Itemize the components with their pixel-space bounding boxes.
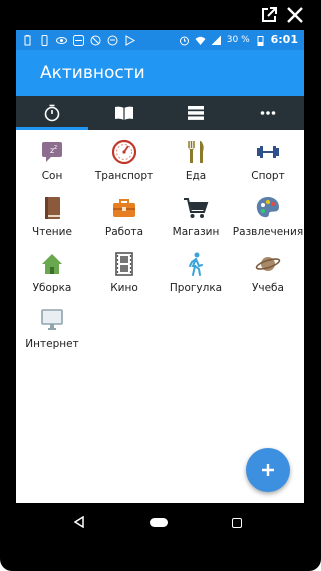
activity-sport[interactable]: Спорт — [232, 135, 304, 187]
add-activity-button[interactable] — [246, 448, 290, 492]
activity-label: Интернет — [25, 338, 79, 350]
activity-transport[interactable]: Транспорт — [88, 135, 160, 187]
house-icon — [42, 254, 62, 274]
palette-icon — [256, 197, 279, 218]
activity-label: Чтение — [32, 226, 72, 238]
svg-text:z: z — [54, 144, 57, 151]
sync-icon — [107, 35, 118, 45]
book-icon — [115, 106, 133, 120]
activity-sleep[interactable]: z z Сон — [16, 135, 88, 187]
activity-label: Уборка — [32, 282, 72, 294]
back-icon[interactable] — [74, 516, 84, 528]
activity-shop[interactable]: Магазин — [160, 191, 232, 243]
film-icon — [115, 252, 133, 276]
alarm-icon — [179, 36, 189, 45]
activity-internet[interactable]: Интернет — [16, 303, 88, 355]
shield-icon — [90, 35, 101, 45]
plus-icon — [262, 464, 274, 476]
activity-label: Спорт — [251, 170, 285, 182]
walk-icon — [189, 252, 203, 276]
activity-label: Сон — [41, 170, 63, 182]
eye-icon — [56, 36, 67, 44]
overlay-top-bar — [0, 0, 321, 30]
activity-label: Магазин — [172, 226, 220, 238]
activity-label: Кино — [110, 282, 138, 294]
recent-apps-button[interactable] — [232, 518, 242, 528]
home-button[interactable] — [150, 518, 168, 527]
activity-entertainment[interactable]: Развлечения — [232, 191, 304, 243]
tab-timer[interactable] — [16, 96, 88, 130]
planet-icon — [255, 257, 281, 271]
wifi-icon — [195, 36, 206, 45]
activity-label: Развлечения — [232, 226, 304, 238]
stopwatch-icon — [44, 104, 60, 122]
teamviewer-icon — [73, 34, 84, 46]
system-nav-bar — [16, 503, 304, 543]
activity-study[interactable]: Учеба — [232, 247, 304, 299]
activity-label: Транспорт — [94, 170, 154, 182]
activity-work[interactable]: Работа — [88, 191, 160, 243]
battery-percent: 30 % — [226, 35, 250, 45]
cart-icon — [184, 198, 209, 218]
activity-label: Прогулка — [169, 282, 223, 294]
monitor-icon — [41, 309, 63, 330]
signal-icon — [211, 35, 221, 45]
status-bar: 30 % 6:01 — [16, 30, 304, 50]
list-icon — [188, 106, 204, 120]
battery-icon — [257, 35, 264, 46]
activity-walk[interactable]: Прогулка — [160, 247, 232, 299]
clock: 6:01 — [270, 33, 298, 46]
open-external-icon[interactable] — [259, 5, 279, 25]
more-icon — [260, 111, 276, 115]
dumbbell-icon — [257, 146, 279, 158]
activity-label: Учеба — [252, 282, 284, 294]
activity-reading[interactable]: Чтение — [16, 191, 88, 243]
briefcase-icon — [113, 199, 135, 217]
play-store-icon — [125, 34, 135, 46]
tab-journal[interactable] — [88, 96, 160, 130]
activity-label: Еда — [185, 170, 207, 182]
speedometer-icon — [111, 139, 137, 165]
tab-list[interactable] — [160, 96, 232, 130]
activity-cleaning[interactable]: Уборка — [16, 247, 88, 299]
phone-icon — [41, 34, 48, 46]
phone-screen: 30 % 6:01 Активности z z Сон Транспорт Е… — [16, 30, 304, 503]
page-title: Активности — [40, 63, 145, 83]
app-bar: Активности — [16, 50, 304, 96]
tab-more[interactable] — [232, 96, 304, 130]
book-icon — [45, 197, 60, 219]
close-icon[interactable] — [285, 5, 305, 25]
activity-food[interactable]: Еда — [160, 135, 232, 187]
activity-label: Работа — [104, 226, 144, 238]
tab-bar — [16, 96, 304, 130]
sleep-icon: z z — [42, 142, 62, 162]
battery-alert-icon — [24, 34, 31, 45]
activity-movies[interactable]: Кино — [88, 247, 160, 299]
fork-knife-icon — [188, 141, 204, 163]
tab-indicator — [16, 127, 88, 130]
